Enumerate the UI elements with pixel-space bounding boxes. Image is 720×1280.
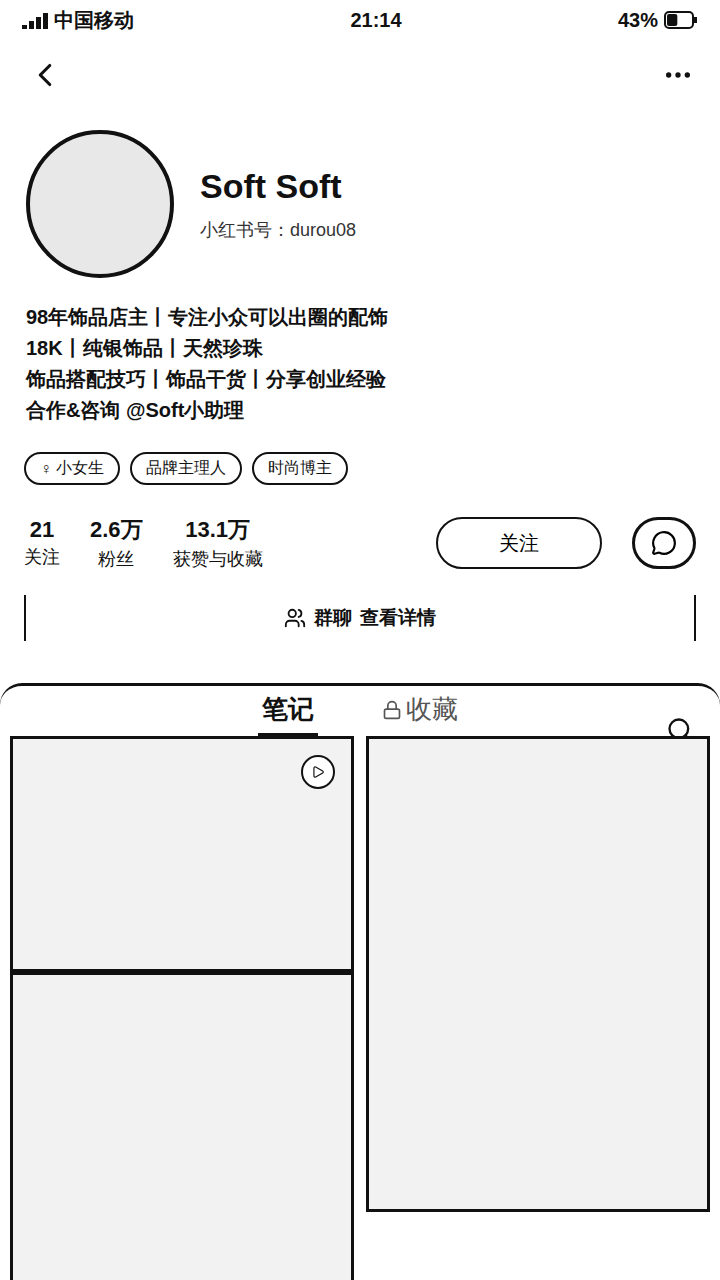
stat-value: 13.1万	[185, 515, 250, 545]
message-button[interactable]	[632, 517, 696, 569]
note-card[interactable]	[10, 972, 354, 1280]
user-id: 小红书号：durou08	[200, 218, 356, 242]
follow-button[interactable]: 关注	[436, 517, 602, 569]
name-block: Soft Soft 小红书号：durou08	[200, 167, 356, 242]
stat[interactable]: 13.1万获赞与收藏	[173, 515, 263, 571]
bio-line: 饰品搭配技巧丨饰品干货丨分享创业经验	[26, 366, 694, 393]
bio-line: 合作&咨询 @Soft小助理	[26, 397, 694, 424]
note-column	[10, 736, 354, 1280]
lock-icon	[382, 700, 402, 720]
group-chat-link: 查看详情	[360, 605, 436, 631]
bio-line: 98年饰品店主丨专注小众可以出圈的配饰	[26, 304, 694, 331]
battery-text: 43%	[618, 9, 658, 32]
stat-label: 关注	[24, 545, 60, 569]
message-icon	[651, 530, 677, 556]
profile-page: 中国移动 21:14 43% Soft Soft 小红书号：durou08 98年饰品店主…	[0, 0, 720, 1280]
more-button[interactable]	[658, 55, 698, 95]
carrier: 中国移动	[54, 7, 134, 34]
note-grid	[0, 736, 720, 1280]
tab-label: 笔记	[262, 692, 314, 727]
more-icon	[662, 59, 694, 91]
stat-value: 2.6万	[90, 515, 143, 545]
avatar[interactable]	[26, 130, 174, 278]
tag-list: ♀小女生 品牌主理人 时尚博主	[0, 424, 720, 485]
bio: 98年饰品店主丨专注小众可以出圈的配饰 18K丨纯银饰品丨天然珍珠饰品搭配技巧丨饰…	[0, 278, 720, 424]
stat-label: 粉丝	[98, 547, 134, 571]
play-icon	[311, 765, 325, 779]
stat[interactable]: 21关注	[24, 517, 60, 569]
note-column	[366, 736, 710, 1280]
note-card[interactable]	[366, 736, 710, 1212]
clock: 21:14	[350, 9, 401, 32]
profile-header: Soft Soft 小红书号：durou08	[0, 110, 720, 278]
tag-label: 时尚博主	[268, 458, 332, 479]
profile-tag: 时尚博主	[252, 452, 348, 485]
tag-label: 小女生	[56, 458, 104, 479]
stat-label: 获赞与收藏	[173, 547, 263, 571]
profile-tag: 品牌主理人	[130, 452, 242, 485]
nav-bar	[0, 40, 720, 110]
battery-group: 43%	[618, 9, 698, 32]
carrier-group: 中国移动	[22, 7, 134, 34]
group-chat-bar[interactable]: 群聊查看详情	[24, 595, 696, 641]
stats-row: 21关注2.6万粉丝13.1万获赞与收藏关注	[0, 485, 720, 571]
tab[interactable]: 笔记	[258, 686, 318, 736]
signal-icon	[22, 11, 48, 29]
group-chat-label: 群聊	[314, 605, 352, 631]
back-button[interactable]	[22, 52, 68, 98]
tag-label: 品牌主理人	[146, 458, 226, 479]
bio-line: 18K丨纯银饰品丨天然珍珠	[26, 335, 694, 362]
group-icon	[284, 607, 306, 629]
note-card[interactable]	[10, 736, 354, 972]
stat[interactable]: 2.6万粉丝	[90, 515, 143, 571]
stat-value: 21	[30, 517, 54, 543]
content-sheet: 笔记 收藏	[0, 683, 720, 1280]
tab-label: 收藏	[406, 692, 458, 727]
profile-tag: ♀小女生	[24, 452, 120, 485]
status-bar: 中国移动 21:14 43%	[0, 0, 720, 40]
video-badge	[301, 755, 335, 789]
back-icon	[26, 56, 64, 94]
user-name: Soft Soft	[200, 167, 356, 206]
tag-icon: ♀	[40, 460, 52, 478]
tab[interactable]: 收藏	[378, 686, 462, 736]
battery-icon	[664, 11, 698, 29]
tab-bar: 笔记 收藏	[0, 686, 720, 736]
